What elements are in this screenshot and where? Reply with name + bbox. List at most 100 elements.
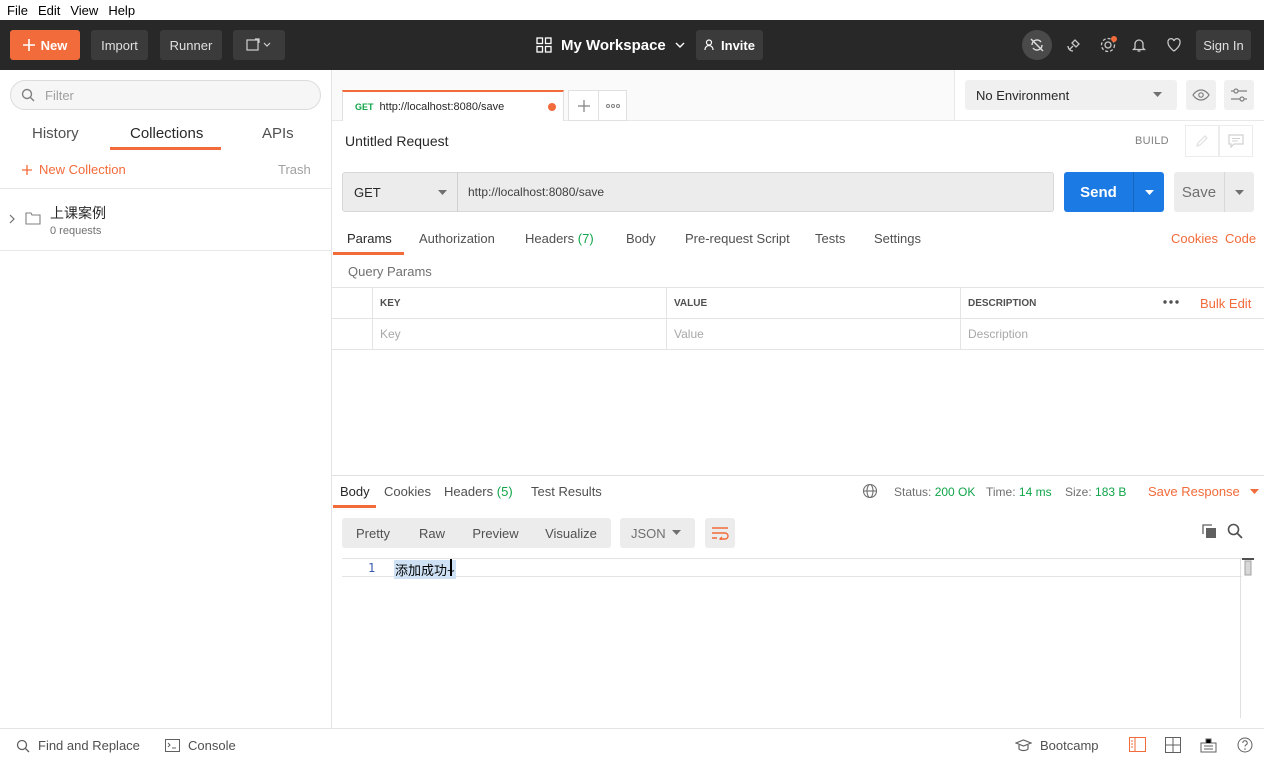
chevron-right-icon[interactable] [8, 214, 16, 224]
tab-authorization[interactable]: Authorization [419, 231, 495, 246]
tab-response-cookies[interactable]: Cookies [384, 484, 431, 499]
tab-apis[interactable]: APIs [262, 125, 294, 149]
value-input[interactable]: Value [667, 319, 961, 350]
language-value: JSON [631, 525, 666, 541]
save-button[interactable]: Save [1174, 172, 1224, 212]
environment-select[interactable]: No Environment [965, 80, 1177, 110]
runner-button[interactable]: Runner [160, 30, 222, 60]
copy-icon[interactable] [1201, 523, 1219, 541]
request-tab[interactable]: GET http://localhost:8080/save [342, 90, 564, 121]
new-collection-button[interactable]: New Collection [22, 162, 126, 177]
size-readout: Size: 183 B [1065, 485, 1126, 499]
tab-headers-count: (7) [577, 231, 594, 246]
wrap-lines-icon[interactable] [705, 518, 735, 548]
format-pretty[interactable]: Pretty [342, 518, 404, 548]
key-input[interactable]: Key [373, 319, 667, 350]
sync-off-icon[interactable] [1022, 30, 1052, 60]
description-input[interactable]: Description [961, 319, 1264, 350]
add-tab-button[interactable] [568, 90, 599, 121]
bell-icon[interactable] [1126, 32, 1152, 58]
request-title[interactable]: Untitled Request [345, 133, 449, 149]
new-window-button[interactable] [233, 30, 285, 60]
keyboard-shortcuts-icon[interactable] [1200, 737, 1218, 755]
globe-icon[interactable] [862, 483, 880, 501]
find-and-replace-button[interactable]: Find and Replace [16, 738, 140, 753]
time-readout: Time: 14 ms [986, 485, 1052, 499]
eye-icon[interactable] [1186, 80, 1216, 110]
table-header-value: VALUE [667, 287, 961, 319]
cookies-link[interactable]: Cookies [1171, 231, 1218, 246]
find-and-replace-label: Find and Replace [38, 738, 140, 753]
console-button[interactable]: Console [165, 738, 236, 753]
satellite-icon[interactable] [1061, 32, 1087, 58]
bootcamp-button[interactable]: Bootcamp [1015, 738, 1099, 753]
params-table: KEY VALUE DESCRIPTION Key Value Descript… [332, 287, 1264, 350]
format-visualize[interactable]: Visualize [531, 518, 611, 548]
scrollbar-thumb[interactable] [1242, 558, 1254, 576]
caret-down-icon [438, 190, 447, 195]
two-pane-view-icon[interactable] [1129, 737, 1147, 755]
trash-link[interactable]: Trash [278, 162, 311, 177]
tab-params[interactable]: Params [347, 231, 392, 246]
invite-button[interactable]: Invite [696, 30, 763, 60]
format-raw[interactable]: Raw [404, 518, 460, 548]
workspace-selector[interactable]: My Workspace [536, 33, 685, 57]
tab-body[interactable]: Body [626, 231, 656, 246]
sign-in-button[interactable]: Sign In [1196, 30, 1251, 60]
tab-test-results[interactable]: Test Results [531, 484, 602, 499]
query-params-heading: Query Params [348, 264, 432, 279]
more-options-icon[interactable] [1161, 294, 1181, 310]
menu-view[interactable]: View [65, 3, 103, 18]
method-select[interactable]: GET [342, 172, 458, 212]
help-icon[interactable] [1237, 737, 1255, 755]
sidebar: Filter History Collections APIs New Coll… [0, 70, 332, 728]
pencil-icon[interactable] [1185, 125, 1219, 157]
bulk-edit-link[interactable]: Bulk Edit [1200, 296, 1251, 311]
caret-down-icon [1144, 189, 1154, 195]
send-button[interactable]: Send [1064, 172, 1133, 212]
send-options-button[interactable] [1133, 172, 1164, 212]
url-input[interactable]: http://localhost:8080/save [457, 172, 1054, 212]
sliders-icon[interactable] [1224, 80, 1254, 110]
tab-settings[interactable]: Settings [874, 231, 921, 246]
tab-response-body[interactable]: Body [340, 484, 370, 499]
tab-prerequest-script[interactable]: Pre-request Script [685, 231, 790, 246]
menu-help[interactable]: Help [103, 3, 140, 18]
filter-placeholder: Filter [45, 87, 74, 103]
tab-response-headers[interactable]: Headers (5) [444, 484, 513, 499]
console-icon [165, 739, 180, 752]
active-tab-indicator [333, 252, 404, 255]
menu-edit[interactable]: Edit [33, 3, 65, 18]
filter-input[interactable]: Filter [10, 80, 321, 110]
more-tabs-icon[interactable] [598, 90, 627, 121]
settings-gear-icon[interactable] [1095, 32, 1121, 58]
request-tab-strip: GET http://localhost:8080/save [332, 70, 954, 121]
tab-tests[interactable]: Tests [815, 231, 845, 246]
tab-response-headers-label: Headers [444, 484, 494, 499]
format-preview[interactable]: Preview [460, 518, 531, 548]
response-body-text[interactable]: 添加成功~ [394, 560, 456, 579]
response-body-editor[interactable]: 1 添加成功~ [342, 558, 1242, 718]
code-link[interactable]: Code [1225, 231, 1256, 246]
menu-file[interactable]: File [2, 3, 33, 18]
save-response-label: Save Response [1148, 484, 1240, 499]
tab-collections[interactable]: Collections [130, 125, 203, 149]
workspace-label: My Workspace [561, 36, 666, 54]
language-select[interactable]: JSON [620, 518, 695, 548]
tab-history[interactable]: History [32, 125, 79, 149]
import-button[interactable]: Import [91, 30, 148, 60]
scrollbar-track[interactable] [1240, 558, 1241, 718]
heart-icon[interactable] [1161, 32, 1187, 58]
collection-item[interactable]: 上课案例 0 requests [0, 189, 331, 251]
new-collection-label: New Collection [39, 162, 126, 177]
comment-icon[interactable] [1219, 125, 1253, 157]
save-options-button[interactable] [1224, 172, 1254, 212]
new-button[interactable]: New [10, 30, 80, 60]
layout-grid-icon[interactable] [1165, 737, 1183, 755]
save-response-button[interactable]: Save Response [1148, 484, 1259, 499]
environment-bar: No Environment [954, 70, 1264, 121]
tab-headers-label: Headers [525, 231, 575, 246]
search-icon[interactable] [1227, 523, 1245, 541]
bootcamp-label: Bootcamp [1040, 738, 1099, 753]
tab-headers[interactable]: Headers (7) [525, 231, 594, 246]
